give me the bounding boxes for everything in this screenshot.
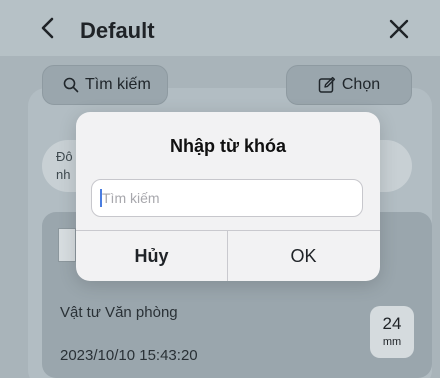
keyword-input[interactable] [91,179,363,217]
select-button[interactable]: Chọn [286,65,412,105]
select-button-label: Chọn [341,76,381,93]
size-badge: 24 mm [370,306,414,358]
close-icon[interactable] [388,18,410,40]
search-button[interactable]: Tìm kiếm [42,65,168,105]
text-cursor [100,189,102,207]
screen: Default Tìm kiếm Chọn Đô nh ℒ ın Vật tư … [0,0,440,378]
ok-button[interactable]: OK [228,231,379,281]
search-icon [63,77,79,93]
dialog-title: Nhập từ khóa [169,136,287,156]
top-navigation-bar: Default [0,0,440,56]
page-title: Default [80,18,155,43]
size-unit: mm [382,336,402,348]
item-name: Vật tư Văn phòng [60,304,178,321]
cancel-button[interactable]: Hủy [76,231,227,281]
item-date: 2023/10/10 15:43:20 [60,347,198,364]
size-value: 24 [382,314,402,333]
keyword-dialog: Nhập từ khóa Hủy OK [76,112,380,281]
label-thumbnail [58,228,76,262]
search-button-label: Tìm kiếm [85,76,151,93]
edit-icon [318,76,335,93]
back-chevron-icon[interactable] [38,16,58,40]
